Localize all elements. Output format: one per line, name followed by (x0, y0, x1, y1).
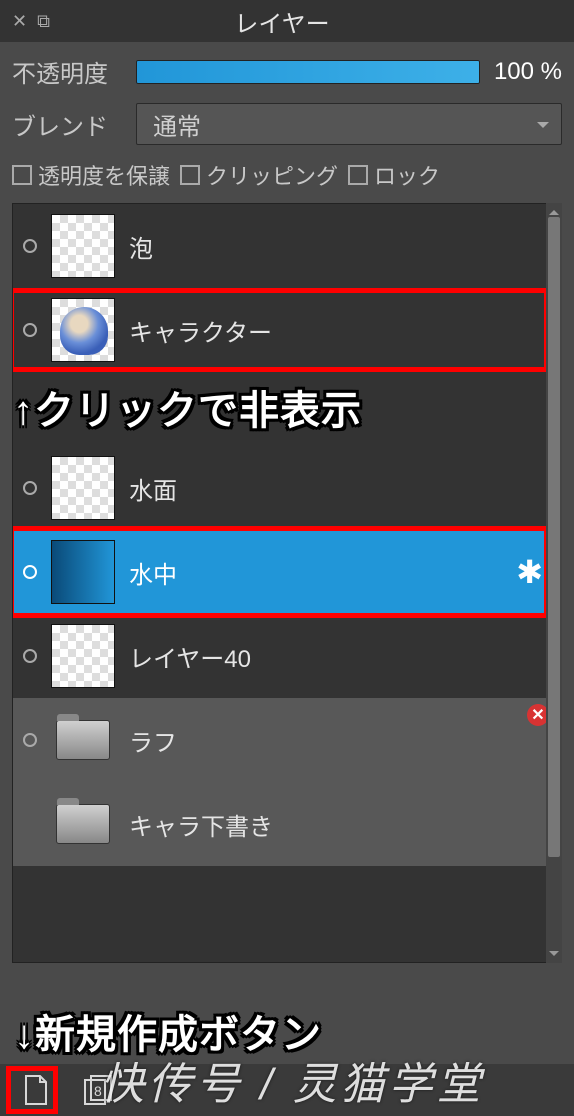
layer-name[interactable]: キャラ下書き (129, 807, 561, 842)
scroll-up-icon[interactable] (549, 205, 559, 215)
layer-row[interactable]: キャラクター (13, 288, 561, 372)
layer-thumbnail[interactable] (51, 298, 115, 362)
blend-mode-select[interactable]: 通常 (136, 103, 562, 145)
layer-folder-row[interactable]: キャラ下書き (13, 782, 561, 866)
visibility-toggle[interactable] (23, 239, 37, 253)
visibility-toggle-off[interactable] (23, 817, 37, 831)
lock-label: ロック (374, 159, 440, 191)
clipping-checkbox[interactable]: クリッピング (180, 159, 338, 191)
checkbox-icon (12, 165, 32, 185)
scroll-down-icon[interactable] (549, 951, 559, 961)
protect-transparency-checkbox[interactable]: 透明度を保譲 (12, 159, 170, 191)
opacity-value[interactable]: 100 % (494, 58, 562, 86)
visibility-toggle[interactable] (23, 565, 37, 579)
annotation-new-button: ↓新規作成ボタン (14, 1002, 322, 1060)
bottom-toolbar: 8 (0, 1064, 574, 1116)
layer-row[interactable]: レイヤー40 (13, 614, 561, 698)
layer-thumbnail[interactable] (51, 214, 115, 278)
visibility-toggle[interactable] (23, 481, 37, 495)
layer-name[interactable]: レイヤー40 (129, 639, 561, 674)
layer-row[interactable]: 泡 (13, 204, 561, 288)
new-layer-button[interactable] (18, 1072, 54, 1108)
visibility-toggle[interactable] (23, 323, 37, 337)
layer-thumbnail[interactable] (51, 456, 115, 520)
folder-thumbnail[interactable] (51, 792, 115, 856)
layer-name[interactable]: ラフ (129, 723, 561, 758)
blend-mode-value: 通常 (153, 107, 201, 142)
clipping-label: クリッピング (206, 159, 338, 191)
svg-text:8: 8 (94, 1083, 102, 1099)
gear-icon[interactable]: ✱ (516, 553, 543, 591)
panel-title: レイヤー (62, 4, 502, 39)
checkbox-icon (348, 165, 368, 185)
layer-name[interactable]: 水中 (129, 555, 561, 590)
layer-thumbnail[interactable] (51, 624, 115, 688)
layer-row[interactable]: 水面 (13, 446, 561, 530)
layer-name[interactable]: キャラクター (129, 313, 561, 348)
scrollbar[interactable] (546, 203, 562, 963)
protect-label: 透明度を保譲 (38, 159, 170, 191)
layers-list[interactable]: 泡 キャラクター ↑クリックで非表示 水面 (12, 203, 562, 963)
layer-name[interactable]: 水面 (129, 471, 561, 506)
layer-row-selected[interactable]: 水中 ✱ (13, 530, 561, 614)
layer-thumbnail[interactable] (51, 540, 115, 604)
close-icon[interactable]: ✕ (12, 11, 27, 32)
folder-icon (56, 720, 110, 760)
folder-icon (56, 804, 110, 844)
annotation-click-hide: ↑クリックで非表示 (13, 378, 561, 436)
checkbox-icon (180, 165, 200, 185)
duplicate-layer-button[interactable]: 8 (80, 1072, 116, 1108)
blend-label: ブレンド (12, 107, 122, 142)
layer-name[interactable]: 泡 (129, 229, 561, 264)
opacity-slider[interactable] (136, 60, 480, 84)
visibility-toggle[interactable] (23, 733, 37, 747)
opacity-label: 不透明度 (12, 54, 122, 89)
layer-folder-row[interactable]: ラフ ✕ (13, 698, 561, 782)
visibility-toggle[interactable] (23, 649, 37, 663)
scroll-thumb[interactable] (548, 217, 560, 857)
folder-thumbnail[interactable] (51, 708, 115, 772)
detach-icon[interactable]: ⧉ (37, 11, 50, 32)
lock-checkbox[interactable]: ロック (348, 159, 440, 191)
